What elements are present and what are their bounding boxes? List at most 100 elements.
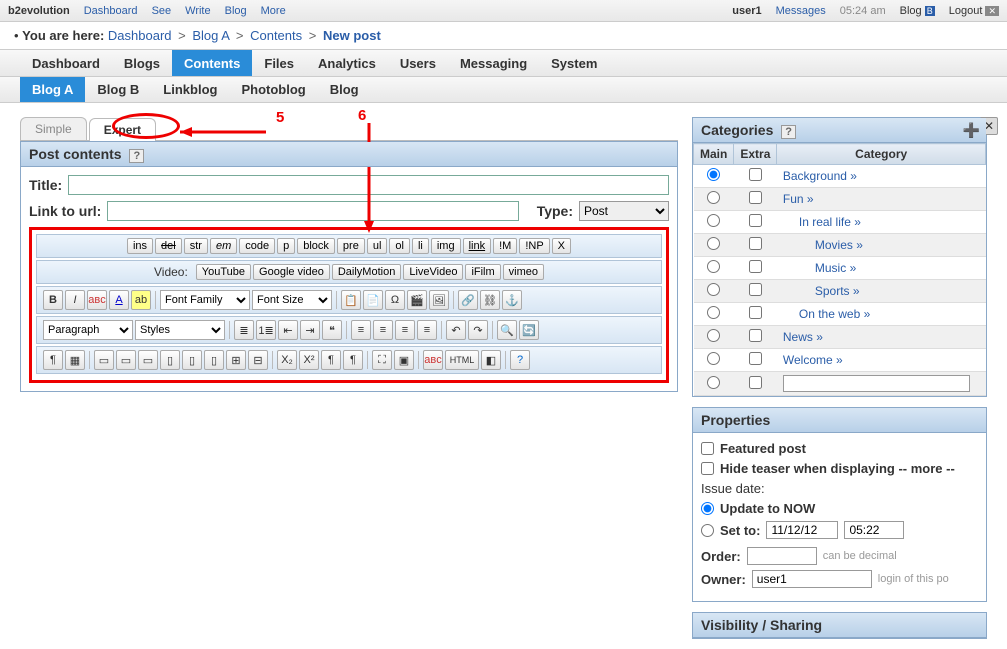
italic-icon[interactable]: I [65,290,85,310]
topnav-write[interactable]: Write [185,5,210,17]
extra-check[interactable] [749,260,762,273]
btn-nextpage[interactable]: !NP [519,238,549,254]
btn-li[interactable]: li [412,238,429,254]
clean-icon[interactable]: аʙc [423,350,443,370]
merge-icon[interactable]: ⊟ [248,350,268,370]
current-user[interactable]: user1 [732,5,761,17]
topnav-dashboard[interactable]: Dashboard [84,5,138,17]
add-category-icon[interactable]: ➕ [963,122,980,139]
extra-check[interactable] [749,376,762,389]
btn-youtube[interactable]: YouTube [196,264,251,280]
redo-icon[interactable]: ↷ [468,320,488,340]
btn-dailymotion[interactable]: DailyMotion [332,264,401,280]
eraser-icon[interactable]: ◧ [481,350,501,370]
btn-ifilm[interactable]: iFilm [465,264,500,280]
table-icon[interactable]: ▦ [65,350,85,370]
anchor-icon[interactable]: ⚓ [502,290,522,310]
link-url-input[interactable] [107,201,518,221]
col-after-icon[interactable]: ▯ [182,350,202,370]
quote-icon[interactable]: ❝ [322,320,342,340]
cat-link[interactable]: In real life [799,215,851,229]
undo-icon[interactable]: ↶ [446,320,466,340]
title-input[interactable] [68,175,669,195]
date-input[interactable] [766,521,838,539]
align-center-icon[interactable]: ≡ [373,320,393,340]
extra-check[interactable] [749,283,762,296]
main-radio[interactable] [707,306,720,319]
cat-link[interactable]: On the web [799,307,860,321]
link-icon[interactable]: 🔗 [458,290,478,310]
main-radio[interactable] [707,329,720,342]
split-icon[interactable]: ⊞ [226,350,246,370]
topnav-more[interactable]: More [261,5,286,17]
media-icon[interactable]: 🎬 [407,290,427,310]
main-radio[interactable] [707,214,720,227]
html-button[interactable]: HTML [445,350,479,370]
btn-close-tags[interactable]: X [552,238,571,254]
topnav-see[interactable]: See [152,5,172,17]
align-left-icon[interactable]: ≡ [351,320,371,340]
btn-img[interactable]: img [431,238,461,254]
font-size-select[interactable]: Font Size [252,290,332,310]
layer-icon[interactable]: ▣ [394,350,414,370]
logout-link[interactable]: Logout ✕ [949,5,999,17]
sub-icon[interactable]: X₂ [277,350,297,370]
search-icon[interactable]: 🔍 [497,320,517,340]
topnav-blog[interactable]: Blog [225,5,247,17]
time-input[interactable] [844,521,904,539]
list-ol-icon[interactable]: 1≣ [256,320,276,340]
cat-link[interactable]: Welcome [783,353,833,367]
bg-color-icon[interactable]: ab [131,290,151,310]
ltr2-icon[interactable]: ¶ [343,350,363,370]
btn-more[interactable]: !M [493,238,517,254]
cat-link[interactable]: Movies [815,238,853,252]
btn-p[interactable]: p [277,238,295,254]
nav-messaging[interactable]: Messaging [448,50,539,76]
outdent-icon[interactable]: ⇤ [278,320,298,340]
styles-select[interactable]: Styles [135,320,225,340]
subnav-blog[interactable]: Blog [318,77,371,102]
messages-link[interactable]: Messages [776,5,826,17]
text-color-icon[interactable]: A [109,290,129,310]
row-del-icon[interactable]: ▭ [138,350,158,370]
bc-blog-a[interactable]: Blog A [192,28,229,43]
align-justify-icon[interactable]: ≡ [417,320,437,340]
main-radio[interactable] [707,237,720,250]
main-radio[interactable] [707,283,720,296]
btn-pre[interactable]: pre [337,238,365,254]
main-radio[interactable] [707,260,720,273]
paste-icon[interactable]: 📋 [341,290,361,310]
btn-block[interactable]: block [297,238,335,254]
nav-dashboard[interactable]: Dashboard [20,50,112,76]
featured-check[interactable] [701,442,714,455]
cat-link[interactable]: Sports [815,284,850,298]
image-icon[interactable]: 🖼 [429,290,449,310]
tab-expert[interactable]: Expert [89,118,156,141]
hide-teaser-check[interactable] [701,462,714,475]
list-ul-icon[interactable]: ≣ [234,320,254,340]
indent-icon[interactable]: ⇥ [300,320,320,340]
btn-del[interactable]: del [155,238,182,254]
extra-check[interactable] [749,237,762,250]
nav-blogs[interactable]: Blogs [112,50,172,76]
unlink-icon[interactable]: ⛓ [480,290,500,310]
subnav-blog-a[interactable]: Blog A [20,77,85,102]
char-icon[interactable]: Ω [385,290,405,310]
nav-users[interactable]: Users [388,50,448,76]
align-right-icon[interactable]: ≡ [395,320,415,340]
btn-code[interactable]: code [239,238,275,254]
help-icon[interactable]: ? [129,149,144,163]
col-before-icon[interactable]: ▯ [160,350,180,370]
row-before-icon[interactable]: ▭ [94,350,114,370]
owner-input[interactable] [752,570,872,588]
cat-link[interactable]: Background [783,169,847,183]
subnav-blog-b[interactable]: Blog B [85,77,151,102]
cat-link[interactable]: News [783,330,813,344]
extra-check[interactable] [749,168,762,181]
fullscreen-icon[interactable]: ⛶ [372,350,392,370]
nav-analytics[interactable]: Analytics [306,50,388,76]
nav-files[interactable]: Files [252,50,306,76]
main-radio[interactable] [707,191,720,204]
extra-check[interactable] [749,352,762,365]
extra-check[interactable] [749,214,762,227]
